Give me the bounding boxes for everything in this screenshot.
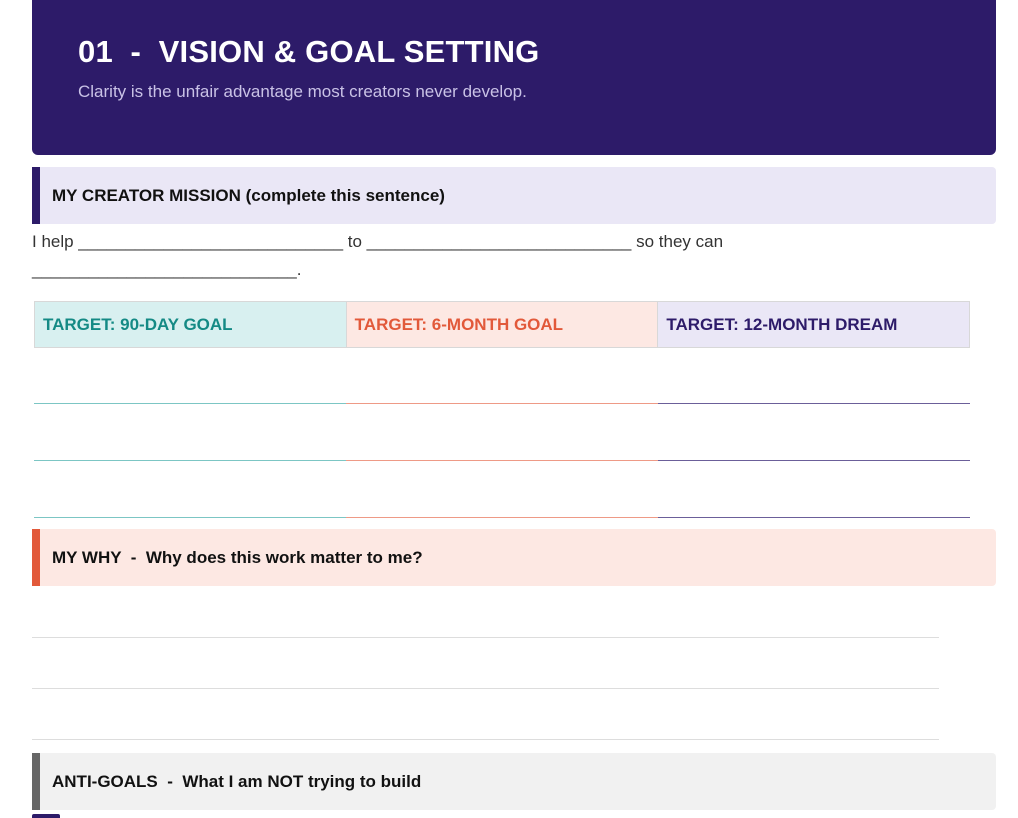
worksheet-page: 01 - VISION & GOAL SETTING Clarity is th… [0,0,1018,818]
goal-90-day-line[interactable] [34,460,346,461]
page-subtitle: Clarity is the unfair advantage most cre… [78,82,527,101]
why-writing-line[interactable] [32,688,939,689]
anti-goals-heading: ANTI-GOALS - What I am NOT trying to bui… [32,753,996,810]
goal-12-month-line[interactable] [658,403,970,404]
target-6-month-header: TARGET: 6-MONTH GOAL [346,302,659,347]
mission-sentence-line-1[interactable]: I help ____________________________ to _… [32,232,992,252]
why-writing-line[interactable] [32,739,939,740]
goal-6-month-line[interactable] [346,403,658,404]
goal-12-month-line[interactable] [658,517,970,518]
goal-writing-row[interactable] [34,517,970,518]
goal-12-month-line[interactable] [658,460,970,461]
why-writing-line[interactable] [32,637,939,638]
goal-writing-row[interactable] [34,403,970,404]
goal-90-day-line[interactable] [34,403,346,404]
why-heading: MY WHY - Why does this work matter to me… [32,529,996,586]
page-title: 01 - VISION & GOAL SETTING [78,34,540,69]
mission-heading: MY CREATOR MISSION (complete this senten… [32,167,996,224]
mission-sentence-line-2[interactable]: ____________________________. [32,260,992,280]
target-12-month-header: TARGET: 12-MONTH DREAM [658,302,970,347]
target-90-day-header: TARGET: 90-DAY GOAL [35,302,347,347]
targets-table-header: TARGET: 90-DAY GOAL TARGET: 6-MONTH GOAL… [34,301,970,348]
goal-6-month-line[interactable] [346,517,658,518]
goal-writing-row[interactable] [34,460,970,461]
section-header-banner: 01 - VISION & GOAL SETTING Clarity is th… [32,0,996,155]
goal-6-month-line[interactable] [346,460,658,461]
next-section-marker [32,814,60,818]
goal-90-day-line[interactable] [34,517,346,518]
